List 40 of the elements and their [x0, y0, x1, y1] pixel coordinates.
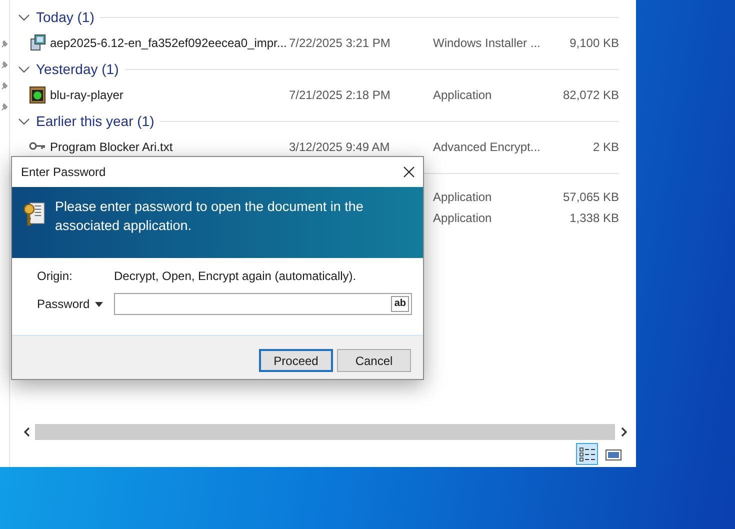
file-type: Advanced Encrypt...	[433, 140, 540, 154]
group-header[interactable]: Earlier this year (1)	[36, 110, 154, 132]
date-modified: 7/22/2025 3:21 PM	[289, 36, 390, 50]
dialog-message: Please enter password to open the document in the associated application.	[54, 198, 364, 235]
date-modified: 3/12/2025 9:49 AM	[289, 140, 390, 154]
dialog-title: Enter Password	[21, 164, 106, 181]
close-icon[interactable]	[403, 166, 415, 178]
pin-icon	[1, 103, 8, 111]
scroll-right-icon[interactable]	[620, 427, 628, 437]
pin-icon	[1, 40, 8, 48]
pin-icon	[1, 61, 8, 69]
file-size: 82,072 KB	[563, 88, 620, 102]
file-name[interactable]: Program Blocker Ari.txt	[50, 138, 173, 156]
group-header[interactable]: Today (1)	[36, 6, 94, 28]
file-size: 9,100 KB	[570, 36, 619, 50]
file-type: Windows Installer ...	[433, 36, 540, 50]
group-header[interactable]: Yesterday (1)	[36, 58, 119, 80]
date-modified: 7/21/2025 2:18 PM	[289, 88, 390, 102]
proceed-button[interactable]: Proceed	[259, 349, 333, 372]
scrollbar-thumb[interactable]	[35, 424, 615, 440]
details-view-button[interactable]	[576, 442, 598, 464]
file-type: Application	[433, 190, 492, 204]
file-size: 57,065 KB	[563, 190, 620, 204]
file-name[interactable]: blu-ray-player	[50, 86, 124, 104]
file-size: 2 KB	[592, 140, 619, 154]
file-type: Application	[433, 88, 492, 102]
pin-icon	[1, 82, 8, 90]
password-field[interactable]: ab	[114, 293, 412, 315]
details-view-icon	[578, 446, 596, 462]
file-type: Application	[433, 210, 492, 224]
password-label[interactable]: Password	[37, 295, 90, 313]
file-size: 1,338 KB	[570, 210, 619, 224]
scroll-left-icon[interactable]	[22, 427, 30, 437]
show-text-toggle[interactable]: ab	[391, 296, 409, 312]
origin-label: Origin:	[37, 268, 72, 285]
file-name[interactable]: aep2025-6.12-en_fa352ef092eecea0_impr...	[50, 34, 287, 52]
app-icon	[29, 86, 46, 104]
origin-value: Decrypt, Open, Encrypt again (automatically).	[114, 268, 356, 285]
caret-icon[interactable]	[94, 302, 103, 306]
cancel-button[interactable]: Cancel	[337, 349, 411, 372]
